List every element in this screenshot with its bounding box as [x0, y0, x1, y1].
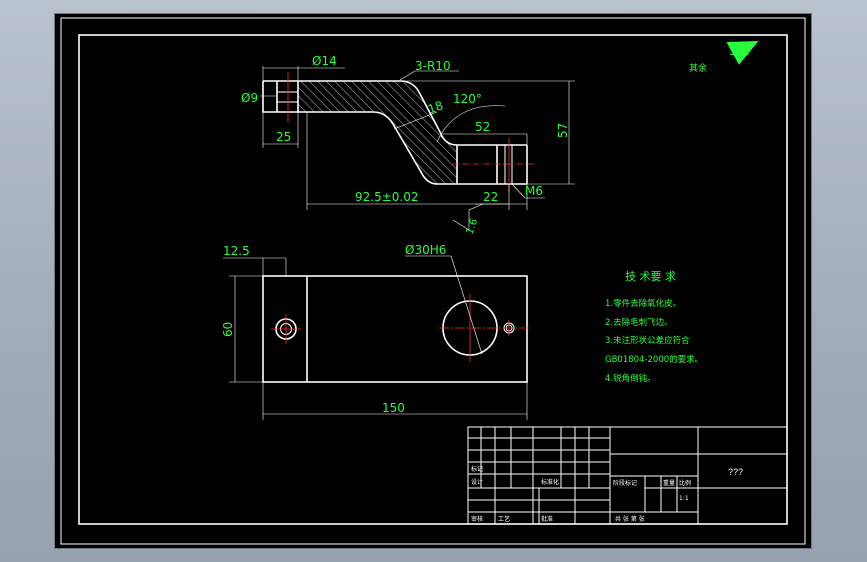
dim-len92: 92.5±0.02 — [355, 190, 419, 204]
dim-radius: 3-R10 — [415, 59, 451, 73]
title-block-ratio: 比例 — [679, 479, 691, 487]
dim-dia14: Ø14 — [312, 54, 337, 68]
title-block-check: 审核 — [471, 515, 483, 523]
roughness-note: 其余 — [689, 62, 707, 74]
tech-req-item: 4.锐角倒钝。 — [605, 373, 656, 384]
title-block-mark: 标记 — [471, 465, 483, 473]
dim-height60: 60 — [221, 322, 235, 337]
title-block-stage: 阶段标记 — [613, 479, 637, 487]
tech-req-title: 技 术要 求 — [625, 270, 676, 283]
top-view — [262, 275, 531, 383]
dim-dia30: Ø30H6 — [405, 243, 446, 257]
dim-height57: 57 — [556, 123, 570, 138]
cad-drawing: 3.2 其余 Ø14 3-R10 Ø9 25 18 120° 52 57 92.… — [60, 17, 806, 545]
title-block-process: 工艺 — [498, 515, 510, 523]
dim-len22: 22 — [483, 190, 498, 204]
outer-frame — [60, 17, 806, 545]
roughness-value: 3.2 — [729, 44, 750, 59]
drawing-name: ??? — [728, 467, 743, 477]
dim-len18: 18 — [426, 98, 445, 116]
tech-req-item: 2.去除毛刺飞边。 — [605, 317, 673, 328]
tech-req-item: GB01804-2000的要求。 — [605, 354, 703, 365]
title-block-weight: 重量 — [663, 479, 675, 487]
dim-len52: 52 — [475, 120, 490, 134]
drawing-sheet: 3.2 其余 Ø14 3-R10 Ø9 25 18 120° 52 57 92.… — [55, 14, 811, 548]
dim-angle: 120° — [453, 92, 482, 106]
title-block-approve: 批准 — [541, 515, 553, 523]
top-view-dimensions: 12.5 Ø30H6 60 150 — [221, 243, 528, 420]
dim-len12-5: 12.5 — [223, 244, 250, 258]
front-view — [262, 72, 535, 192]
title-block: 标记 设计 标准化 审核 批准 工艺 阶段标记 重量 比例 1:1 共 张 第 … — [467, 426, 788, 525]
title-block-sheet: 共 张 第 张 — [615, 515, 645, 523]
title-block-scale: 1:1 — [679, 495, 689, 502]
dim-rough16: 1.6 — [464, 217, 480, 236]
title-block-design: 设计 — [471, 478, 483, 486]
dim-dia9: Ø9 — [241, 91, 258, 105]
dim-len150: 150 — [382, 401, 405, 415]
technical-requirements: 技 术要 求 1.零件去除氧化皮。 2.去除毛刺飞边。 3.未注形状公差应符合 … — [605, 270, 703, 384]
roughness-symbol: 3.2 其余 — [689, 40, 759, 74]
dim-thread: M6 — [525, 184, 543, 198]
dim-len25: 25 — [276, 130, 291, 144]
tech-req-item: 1.零件去除氧化皮。 — [605, 298, 681, 309]
title-block-standard: 标准化 — [541, 478, 559, 486]
tech-req-item: 3.未注形状公差应符合 — [605, 335, 690, 346]
